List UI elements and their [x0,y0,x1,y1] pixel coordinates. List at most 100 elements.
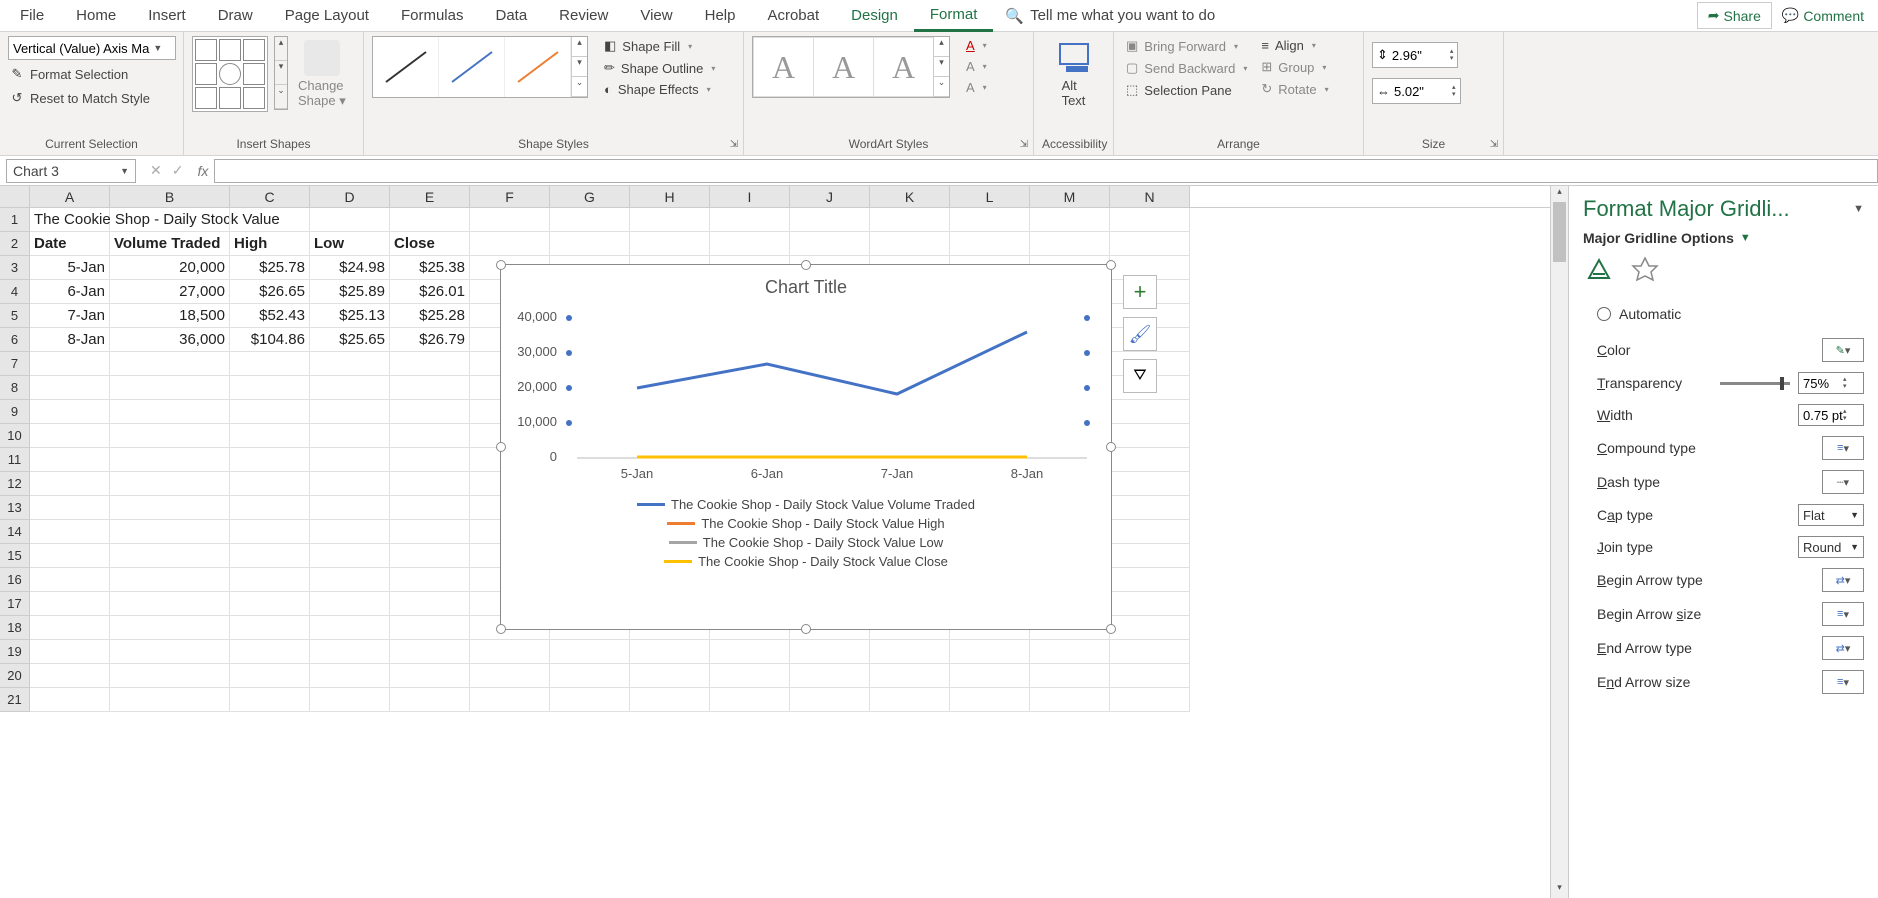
cell[interactable] [390,640,470,664]
row-header[interactable]: 17 [0,592,30,616]
cell[interactable] [390,688,470,712]
compound-dropdown[interactable]: ≡ ▾ [1822,436,1864,460]
resize-handle[interactable] [1106,260,1116,270]
cell[interactable] [110,352,230,376]
shape-gallery[interactable] [192,36,268,112]
cell[interactable]: $26.79 [390,328,470,352]
cell[interactable]: $25.38 [390,256,470,280]
change-shape-button[interactable]: ChangeShape ▾ [294,36,350,113]
cell[interactable]: $26.01 [390,280,470,304]
format-selection-button[interactable]: ✎ Format Selection [8,64,128,84]
slider-thumb[interactable] [1780,377,1784,390]
pane-options-dropdown[interactable]: ▼ [1853,203,1864,215]
cell[interactable] [1030,664,1110,688]
cell[interactable] [230,496,310,520]
row-header[interactable]: 21 [0,688,30,712]
chart-legend[interactable]: The Cookie Shop - Daily Stock Value Volu… [501,489,1111,575]
cell[interactable] [630,208,710,232]
cell[interactable] [110,448,230,472]
cell[interactable] [1110,472,1190,496]
cell[interactable] [230,352,310,376]
cell[interactable] [30,568,110,592]
row-header[interactable]: 15 [0,544,30,568]
cell[interactable] [310,424,390,448]
resize-handle[interactable] [496,442,506,452]
cell[interactable] [550,688,630,712]
shape-outline-button[interactable]: ✏ Shape Outline ▾ [600,58,719,78]
cell[interactable] [110,568,230,592]
col-header-M[interactable]: M [1030,186,1110,207]
cell[interactable] [30,400,110,424]
cell[interactable]: $104.86 [230,328,310,352]
cell[interactable] [790,640,870,664]
row-header[interactable]: 11 [0,448,30,472]
cell[interactable] [1030,640,1110,664]
cell[interactable] [1110,544,1190,568]
cell[interactable] [230,400,310,424]
cell[interactable] [630,688,710,712]
wordart-more[interactable]: ⌄ [934,77,949,97]
cell[interactable] [710,640,790,664]
transparency-slider[interactable] [1720,382,1790,385]
cell[interactable] [110,400,230,424]
cell[interactable] [1030,208,1110,232]
col-header-H[interactable]: H [630,186,710,207]
text-fill-button[interactable]: A▾ [962,36,991,55]
col-header-J[interactable]: J [790,186,870,207]
cell[interactable] [390,352,470,376]
cell[interactable] [1110,592,1190,616]
selection-pane-button[interactable]: ⬚Selection Pane [1122,80,1251,100]
cell[interactable] [30,544,110,568]
cell[interactable] [230,664,310,688]
cell[interactable] [550,232,630,256]
tab-file[interactable]: File [4,1,60,30]
cell[interactable]: 5-Jan [30,256,110,280]
cell[interactable] [390,520,470,544]
row-header[interactable]: 14 [0,520,30,544]
cell[interactable] [1110,496,1190,520]
cell[interactable] [310,640,390,664]
vertical-scrollbar[interactable]: ▴ ▾ [1550,186,1568,898]
cell[interactable] [790,688,870,712]
series-volume[interactable] [637,332,1027,394]
cell[interactable] [390,400,470,424]
cell[interactable] [1110,640,1190,664]
cell[interactable] [230,472,310,496]
tab-page-layout[interactable]: Page Layout [269,1,385,30]
wordart-launcher[interactable]: ⇲ [1017,139,1031,153]
cell[interactable] [230,208,310,232]
cell[interactable] [110,664,230,688]
legend-item[interactable]: The Cookie Shop - Daily Stock Value Clos… [501,552,1111,571]
cell[interactable] [30,472,110,496]
transparency-field[interactable] [1803,376,1843,391]
cell[interactable]: $25.78 [230,256,310,280]
cell[interactable] [550,664,630,688]
cell-A1[interactable]: The Cookie Shop - Daily Stock Value [30,208,110,232]
tell-me-search[interactable]: 🔍 Tell me what you want to do [993,7,1227,25]
cell[interactable] [110,496,230,520]
col-header-F[interactable]: F [470,186,550,207]
style-more[interactable]: ⌄ [572,77,587,97]
chart-element-dropdown[interactable]: Vertical (Value) Axis Ma ▼ [8,36,176,60]
cell[interactable] [1110,424,1190,448]
cell[interactable] [630,640,710,664]
cell[interactable] [950,232,1030,256]
cell[interactable] [310,616,390,640]
cell[interactable] [230,520,310,544]
cell[interactable] [710,208,790,232]
cell[interactable] [390,664,470,688]
spreadsheet-grid[interactable]: A B C D E F G H I J K L M N 1 The Cookie… [0,186,1550,898]
cell[interactable] [30,376,110,400]
cell[interactable] [230,568,310,592]
fill-line-tab-icon[interactable] [1583,254,1615,286]
cell[interactable] [710,688,790,712]
cell[interactable] [110,640,230,664]
cell[interactable] [550,208,630,232]
tab-draw[interactable]: Draw [202,1,269,30]
cell[interactable]: High [230,232,310,256]
cell[interactable]: 20,000 [110,256,230,280]
begin-arrow-type-dropdown[interactable]: ⇄ ▾ [1822,568,1864,592]
row-header[interactable]: 3 [0,256,30,280]
tab-help[interactable]: Help [689,1,752,30]
col-header-E[interactable]: E [390,186,470,207]
